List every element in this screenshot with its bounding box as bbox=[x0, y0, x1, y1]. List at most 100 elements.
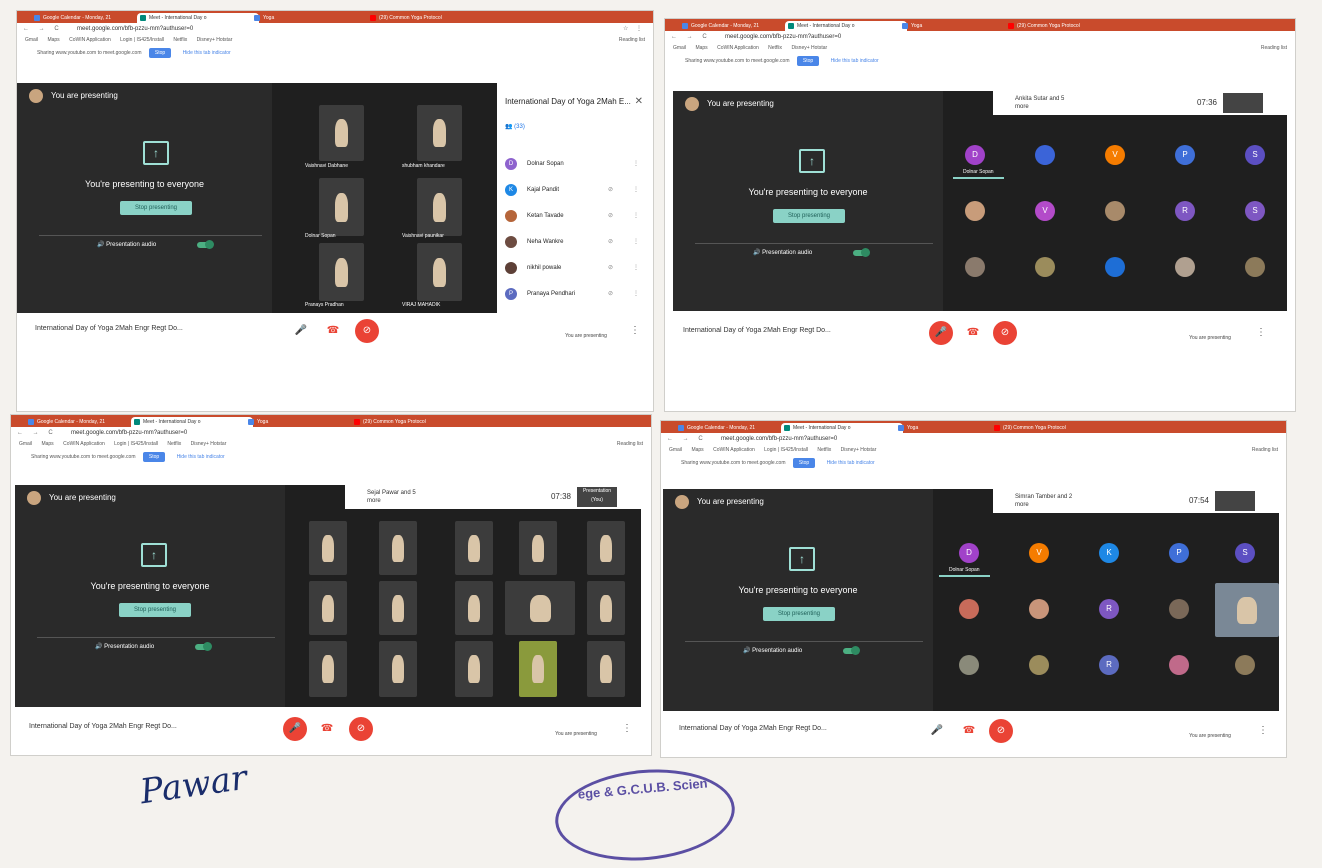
tab-meet[interactable]: Meet - International Day o bbox=[131, 417, 253, 427]
present-status[interactable]: You are presenting bbox=[561, 333, 611, 339]
tab-meet[interactable]: Meet - International Day o bbox=[137, 13, 259, 23]
meeting-title[interactable]: International Day of Yoga 2Mah Engr Regt… bbox=[683, 327, 831, 334]
mic-icon[interactable]: 🎤 bbox=[289, 319, 313, 343]
participant-row[interactable]: P Pranaya Pendhari ⊘ ⋮ bbox=[505, 285, 653, 303]
tab-calendar[interactable]: Google Calendar - Monday, 21 bbox=[679, 21, 791, 31]
tab-yoga[interactable]: Yoga bbox=[251, 13, 353, 23]
bookmark-maps[interactable]: Maps bbox=[691, 447, 703, 453]
bookmark-cowin[interactable]: CoWIN Application bbox=[717, 45, 759, 51]
nav-buttons[interactable]: ← → C bbox=[667, 433, 707, 445]
bookmark-netflix[interactable]: Netflix bbox=[173, 37, 187, 43]
bookmark-hotstar[interactable]: Disney+ Hotstar bbox=[791, 45, 827, 51]
bookmark-netflix[interactable]: Netflix bbox=[167, 441, 181, 447]
mic-icon[interactable]: 🎤 bbox=[925, 719, 949, 743]
bookmark-gmail[interactable]: Gmail bbox=[25, 37, 38, 43]
stop-sharing-button[interactable]: Stop bbox=[148, 48, 172, 58]
tab-youtube[interactable]: (29) Common Yoga Protocol bbox=[1005, 21, 1127, 31]
camera-off-button[interactable]: ⊘ bbox=[993, 321, 1017, 345]
nav-buttons[interactable]: ← → C bbox=[671, 31, 711, 43]
nav-buttons[interactable]: ← → C bbox=[23, 23, 63, 35]
tab-yoga[interactable]: Yoga bbox=[895, 423, 997, 433]
bookmark-login[interactable]: Login | IS425/Install bbox=[114, 441, 158, 447]
more-options-icon[interactable]: ⋮ bbox=[623, 319, 647, 343]
tab-meet[interactable]: Meet - International Day o bbox=[781, 423, 903, 433]
tab-youtube[interactable]: (29) Common Yoga Protocol bbox=[991, 423, 1113, 433]
mic-off-button[interactable]: 🎤 bbox=[929, 321, 953, 345]
more-options-icon[interactable]: ⋮ bbox=[633, 259, 639, 277]
hangup-icon[interactable]: ☎ bbox=[957, 719, 981, 743]
present-status[interactable]: You are presenting bbox=[1185, 335, 1235, 341]
reading-list[interactable]: Reading list bbox=[619, 35, 645, 46]
presentation-audio-toggle[interactable] bbox=[197, 240, 214, 249]
stop-presenting-button[interactable]: Stop presenting bbox=[773, 209, 845, 223]
more-options-icon[interactable]: ⋮ bbox=[633, 155, 639, 173]
more-options-icon[interactable]: ⋮ bbox=[633, 233, 639, 251]
participant-row[interactable]: Ketan Tavade ⊘ ⋮ bbox=[505, 207, 653, 225]
hangup-icon[interactable]: ☎ bbox=[961, 321, 985, 345]
bookmark-gmail[interactable]: Gmail bbox=[19, 441, 32, 447]
bookmark-hotstar[interactable]: Disney+ Hotstar bbox=[841, 447, 877, 453]
tab-youtube[interactable]: (29) Common Yoga Protocol bbox=[351, 417, 473, 427]
bookmark-gmail[interactable]: Gmail bbox=[673, 45, 686, 51]
address-bar[interactable]: ← → C meet.google.com/bfb-pzzu-mm?authus… bbox=[661, 433, 1286, 445]
close-icon[interactable]: ✕ bbox=[635, 96, 643, 107]
reading-list[interactable]: Reading list bbox=[1252, 445, 1278, 456]
tab-calendar[interactable]: Google Calendar - Monday, 21 bbox=[31, 13, 143, 23]
bookmark-login[interactable]: Login | IS425/Install bbox=[764, 447, 808, 453]
camera-off-button[interactable]: ⊘ bbox=[355, 319, 379, 343]
camera-off-button[interactable]: ⊘ bbox=[349, 717, 373, 741]
presentation-tile[interactable] bbox=[1223, 93, 1263, 113]
nav-buttons[interactable]: ← → C bbox=[17, 427, 57, 439]
stop-presenting-button[interactable]: Stop presenting bbox=[763, 607, 835, 621]
bookmark-hotstar[interactable]: Disney+ Hotstar bbox=[191, 441, 227, 447]
stop-sharing-button[interactable]: Stop bbox=[142, 452, 166, 462]
participant-row[interactable]: nikhil powale ⊘ ⋮ bbox=[505, 259, 653, 277]
participant-row[interactable]: D Dolnar Sopan ⋮ bbox=[505, 155, 653, 173]
stop-presenting-button[interactable]: Stop presenting bbox=[120, 201, 192, 215]
address-bar[interactable]: ← → C meet.google.com/bfb-pzzu-mm?authus… bbox=[11, 427, 651, 439]
more-options-icon[interactable]: ⋮ bbox=[615, 717, 639, 741]
camera-off-button[interactable]: ⊘ bbox=[989, 719, 1013, 743]
more-options-icon[interactable]: ⋮ bbox=[633, 285, 639, 303]
people-tab[interactable]: 👥 (33) bbox=[505, 123, 525, 130]
stop-presenting-button[interactable]: Stop presenting bbox=[119, 603, 191, 617]
hide-indicator-link[interactable]: Hide this tab indicator bbox=[827, 460, 875, 466]
bookmark-cowin[interactable]: CoWIN Application bbox=[69, 37, 111, 43]
participant-row[interactable]: Neha Wankre ⊘ ⋮ bbox=[505, 233, 653, 251]
present-status[interactable]: You are presenting bbox=[1185, 733, 1235, 739]
bookmark-gmail[interactable]: Gmail bbox=[669, 447, 682, 453]
bookmark-maps[interactable]: Maps bbox=[41, 441, 53, 447]
more-options-icon[interactable]: ⋮ bbox=[633, 207, 639, 225]
hangup-icon[interactable]: ☎ bbox=[315, 717, 339, 741]
hide-indicator-link[interactable]: Hide this tab indicator bbox=[183, 50, 231, 56]
mic-off-button[interactable]: 🎤 bbox=[283, 717, 307, 741]
presentation-tile[interactable]: Presentation (You) bbox=[577, 487, 617, 507]
bookmark-maps[interactable]: Maps bbox=[695, 45, 707, 51]
meeting-title[interactable]: International Day of Yoga 2Mah Engr Regt… bbox=[35, 325, 183, 332]
stop-sharing-button[interactable]: Stop bbox=[796, 56, 820, 66]
participant-row[interactable]: K Kajal Pandit ⊘ ⋮ bbox=[505, 181, 653, 199]
hide-indicator-link[interactable]: Hide this tab indicator bbox=[831, 58, 879, 64]
reading-list[interactable]: Reading list bbox=[1261, 43, 1287, 54]
tab-meet[interactable]: Meet - International Day o bbox=[785, 21, 907, 31]
bookmark-netflix[interactable]: Netflix bbox=[768, 45, 782, 51]
presentation-tile[interactable] bbox=[1215, 491, 1255, 511]
bookmark-netflix[interactable]: Netflix bbox=[817, 447, 831, 453]
tab-yoga[interactable]: Yoga bbox=[899, 21, 1001, 31]
reading-list[interactable]: Reading list bbox=[617, 439, 643, 450]
bookmark-cowin[interactable]: CoWIN Application bbox=[713, 447, 755, 453]
presentation-audio-toggle[interactable] bbox=[853, 248, 870, 257]
tab-youtube[interactable]: (29) Common Yoga Protocol bbox=[367, 13, 489, 23]
bookmark-cowin[interactable]: CoWIN Application bbox=[63, 441, 105, 447]
hide-indicator-link[interactable]: Hide this tab indicator bbox=[177, 454, 225, 460]
more-options-icon[interactable]: ⋮ bbox=[633, 181, 639, 199]
meeting-title[interactable]: International Day of Yoga 2Mah Engr Regt… bbox=[29, 723, 177, 730]
bookmark-hotstar[interactable]: Disney+ Hotstar bbox=[197, 37, 233, 43]
bookmark-login[interactable]: Login | IS425/Install bbox=[120, 37, 164, 43]
address-bar[interactable]: ← → C meet.google.com/bfb-pzzu-mm?authus… bbox=[17, 23, 653, 35]
tab-yoga[interactable]: Yoga bbox=[245, 417, 347, 427]
presentation-audio-toggle[interactable] bbox=[195, 642, 212, 651]
presentation-audio-toggle[interactable] bbox=[843, 646, 860, 655]
hangup-icon[interactable]: ☎ bbox=[321, 319, 345, 343]
tab-calendar[interactable]: Google Calendar - Monday, 21 bbox=[25, 417, 137, 427]
